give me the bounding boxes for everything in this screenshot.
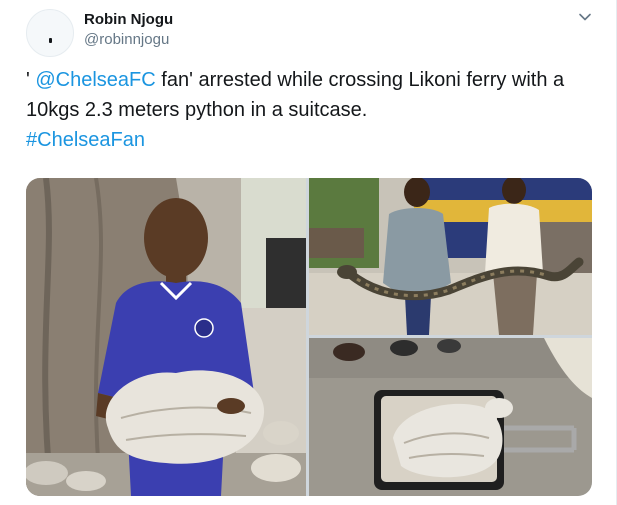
photo-3-image (309, 338, 592, 496)
hashtag-link[interactable]: #ChelseaFan (26, 129, 145, 151)
photo-2-image (309, 178, 592, 335)
photo-1-image (26, 178, 306, 496)
avatar[interactable] (26, 9, 74, 57)
photo-man-with-bundle[interactable] (26, 178, 306, 496)
mention-link[interactable]: @ChelseaFC (35, 69, 155, 91)
tweet-text: ' @ChelseaFC fan' arrested while crossin… (26, 65, 586, 155)
photo-suitcase[interactable] (309, 338, 592, 496)
avatar-mark (49, 38, 52, 43)
chevron-down-icon[interactable] (578, 10, 592, 24)
photo-men-with-python[interactable] (309, 178, 592, 335)
tweet-prefix: ' (26, 69, 36, 91)
tweet-card: Robin Njogu @robinnjogu ' @ChelseaFC fan… (0, 0, 617, 505)
author-handle[interactable]: @robinnjogu (84, 31, 169, 48)
author-name[interactable]: Robin Njogu (84, 11, 173, 28)
media-grid (26, 178, 592, 496)
